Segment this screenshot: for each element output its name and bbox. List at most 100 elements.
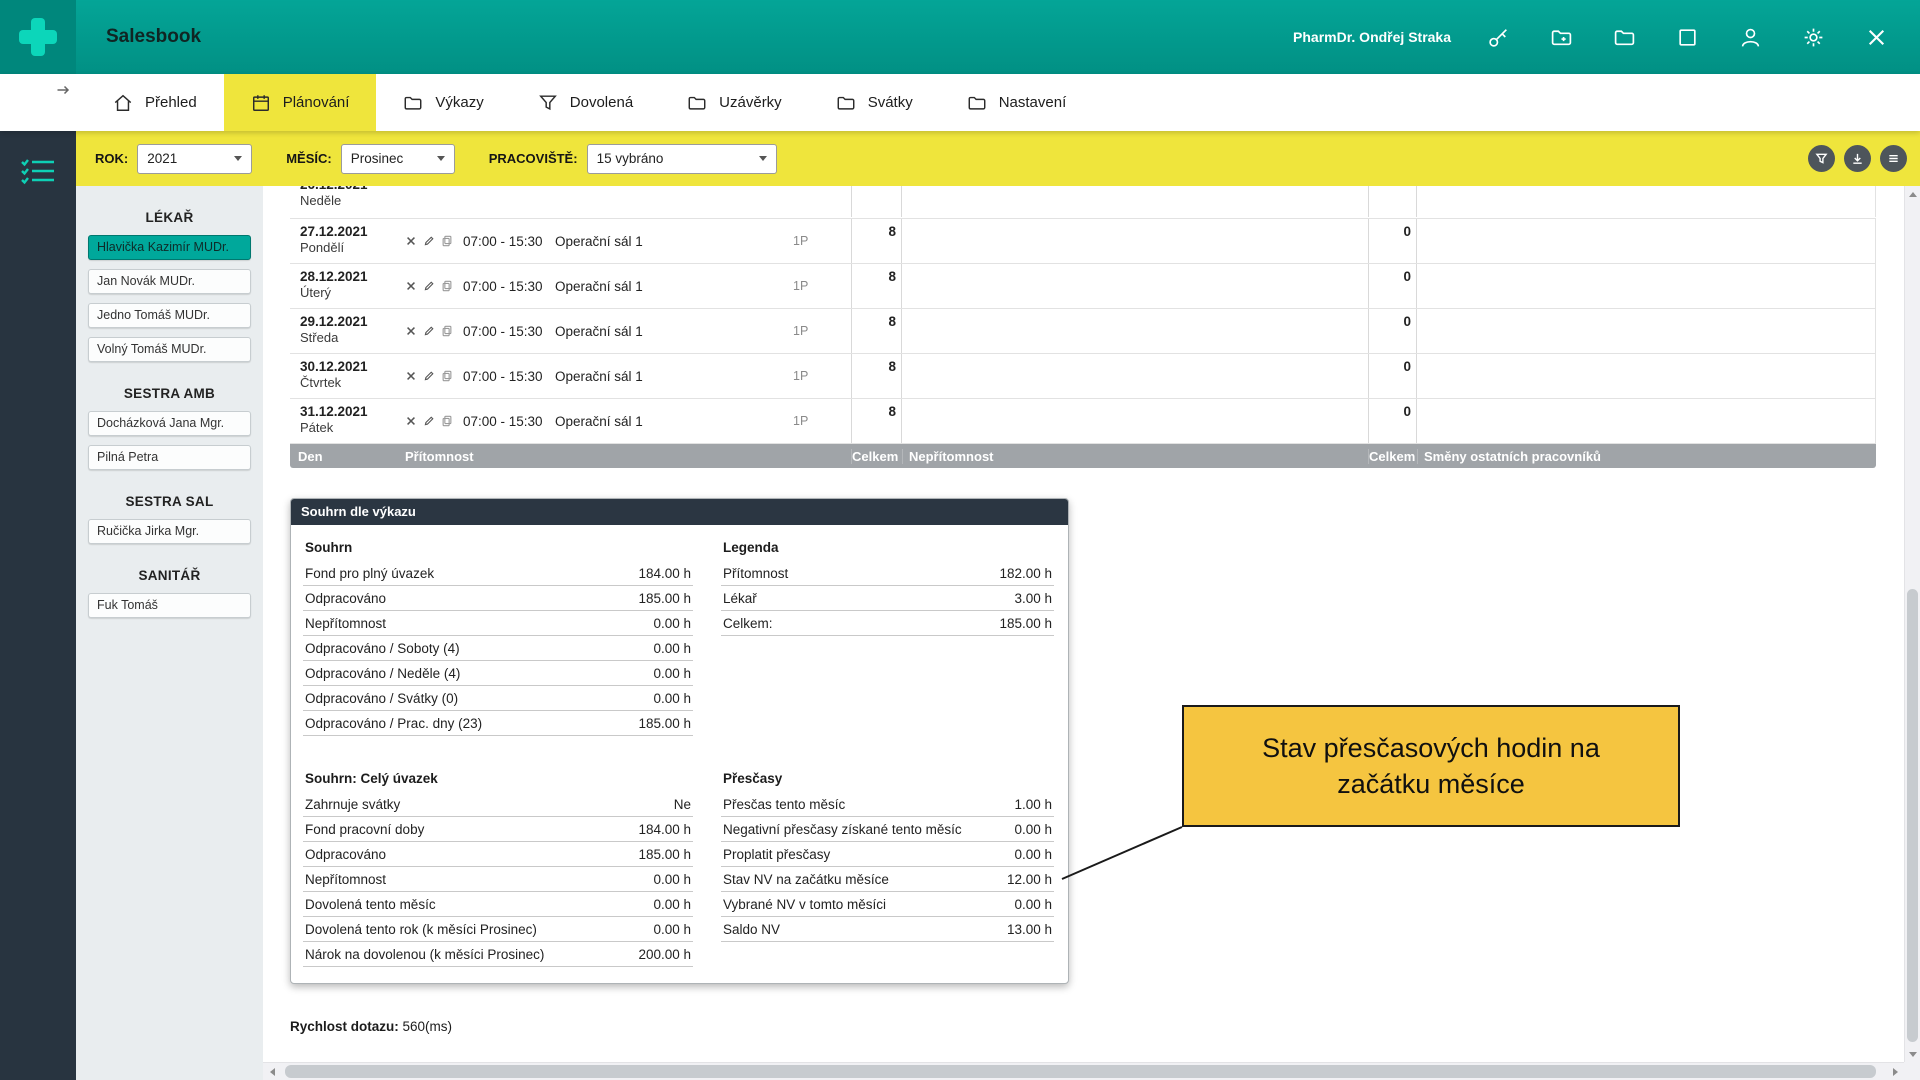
edit-shift-icon[interactable] xyxy=(423,325,435,337)
present-total: 8 xyxy=(851,399,902,443)
summary-row: Přítomnost182.00 h xyxy=(721,561,1054,586)
remove-shift-icon[interactable] xyxy=(405,235,417,247)
shift-tag: 1P xyxy=(793,399,851,443)
year-select[interactable]: 2021 xyxy=(137,144,252,174)
workplace-select[interactable]: 15 vybráno xyxy=(587,144,777,174)
horizontal-scrollbar[interactable] xyxy=(263,1062,1904,1080)
close-icon[interactable] xyxy=(1865,26,1888,49)
summary-row: Fond pro plný úvazek184.00 h xyxy=(303,561,693,586)
workplace-value: 15 vybráno xyxy=(597,151,664,166)
employee-item-selected[interactable]: Hlavička Kazimír MUDr. xyxy=(88,235,251,260)
scroll-left-button[interactable] xyxy=(263,1063,281,1080)
other-shifts-cell xyxy=(1417,354,1876,398)
date-value: 29.12.2021 xyxy=(300,314,405,329)
present-total: 8 xyxy=(851,264,902,308)
table-row: 31.12.2021 Pátek 07:00 - 15:30 Operační … xyxy=(290,399,1876,444)
folder-plus-icon[interactable] xyxy=(1550,26,1573,49)
section-title: Legenda xyxy=(721,533,1054,561)
employee-item[interactable]: Jedno Tomáš MUDr. xyxy=(88,303,251,328)
absent-total: 0 xyxy=(1368,354,1417,398)
summary-row: Nárok na dovolenou (k měsíci Prosinec)20… xyxy=(303,942,693,967)
summary-row-stav-nv: Stav NV na začátku měsíce12.00 h xyxy=(721,867,1054,892)
date-cell: 27.12.2021 Pondělí xyxy=(290,219,405,263)
employee-item[interactable]: Jan Novák MUDr. xyxy=(88,269,251,294)
filter-button[interactable] xyxy=(1808,145,1835,172)
chevron-down-icon xyxy=(234,156,242,161)
remove-shift-icon[interactable] xyxy=(405,325,417,337)
app-title: Salesbook xyxy=(106,26,201,48)
summary-row: Lékař3.00 h xyxy=(721,586,1054,611)
user-icon[interactable] xyxy=(1739,26,1762,49)
tab-uzaverky[interactable]: Uzávěrky xyxy=(660,74,809,131)
vertical-scroll-thumb[interactable] xyxy=(1907,589,1918,1042)
copy-shift-icon[interactable] xyxy=(441,415,453,427)
key-icon[interactable] xyxy=(1487,26,1510,49)
copy-shift-icon[interactable] xyxy=(441,325,453,337)
tab-prehled[interactable]: Přehled xyxy=(86,74,224,131)
other-shifts-cell xyxy=(1417,399,1876,443)
tab-label: Nastavení xyxy=(999,94,1067,111)
present-total: 8 xyxy=(851,309,902,353)
tab-vykazy[interactable]: Výkazy xyxy=(376,74,510,131)
export-button[interactable] xyxy=(1844,145,1871,172)
copy-shift-icon[interactable] xyxy=(441,235,453,247)
date-cell: 31.12.2021 Pátek xyxy=(290,399,405,443)
col-header-celkem: Celkem xyxy=(851,449,902,464)
summary-row: Odpracováno185.00 h xyxy=(303,842,693,867)
summary-row: Odpracováno / Svátky (0)0.00 h xyxy=(303,686,693,711)
date-value: 28.12.2021 xyxy=(300,269,405,284)
settings-gear-icon[interactable] xyxy=(1802,26,1825,49)
edit-shift-icon[interactable] xyxy=(423,415,435,427)
summary-row: Dovolená tento rok (k měsíci Prosinec)0.… xyxy=(303,917,693,942)
copy-shift-icon[interactable] xyxy=(441,370,453,382)
group-title-sestra-sal: SESTRA SAL xyxy=(88,494,251,509)
folder-icon[interactable] xyxy=(1613,26,1636,49)
edit-shift-icon[interactable] xyxy=(423,370,435,382)
remove-shift-icon[interactable] xyxy=(405,370,417,382)
scroll-up-button[interactable] xyxy=(1905,186,1920,202)
employee-item[interactable]: Volný Tomáš MUDr. xyxy=(88,337,251,362)
stop-square-icon[interactable] xyxy=(1676,26,1699,49)
tab-svatky[interactable]: Svátky xyxy=(809,74,940,131)
date-value: 27.12.2021 xyxy=(300,224,405,239)
col-header-pritomnost: Přítomnost xyxy=(405,449,851,464)
status-label: Rychlost dotazu: xyxy=(290,1019,399,1034)
callout-connector-line xyxy=(1058,823,1190,885)
remove-shift-icon[interactable] xyxy=(405,415,417,427)
present-total: 8 xyxy=(851,219,902,263)
employee-item[interactable]: Docházková Jana Mgr. xyxy=(88,411,251,436)
summary-row: Dovolená tento měsíc0.00 h xyxy=(303,892,693,917)
copy-shift-icon[interactable] xyxy=(441,280,453,292)
menu-button[interactable] xyxy=(1880,145,1907,172)
month-select[interactable]: Prosinec xyxy=(341,144,455,174)
edit-shift-icon[interactable] xyxy=(423,235,435,247)
employee-item[interactable]: Ručička Jirka Mgr. xyxy=(88,519,251,544)
summary-row: Zahrnuje svátkyNe xyxy=(303,792,693,817)
employee-item[interactable]: Pilná Petra xyxy=(88,445,251,470)
task-list-icon[interactable] xyxy=(20,157,56,190)
table-row: 27.12.2021 Pondělí 07:00 - 15:30 Operačn… xyxy=(290,219,1876,264)
employee-item[interactable]: Fuk Tomáš xyxy=(88,593,251,618)
vertical-scrollbar[interactable] xyxy=(1904,186,1920,1062)
date-value: 26.12.2021 xyxy=(300,186,405,192)
shift-tag: 1P xyxy=(793,264,851,308)
tab-nastaveni[interactable]: Nastavení xyxy=(940,74,1094,131)
scroll-right-button[interactable] xyxy=(1886,1063,1904,1080)
scroll-down-button[interactable] xyxy=(1905,1046,1920,1062)
summary-row: Saldo NV13.00 h xyxy=(721,917,1054,942)
summary-section-souhrn: Souhrn Fond pro plný úvazek184.00 h Odpr… xyxy=(303,533,693,736)
medical-cross-icon xyxy=(19,18,57,56)
employee-sidebar: LÉKAŘ Hlavička Kazimír MUDr. Jan Novák M… xyxy=(76,186,263,1080)
col-header-smeny: Směny ostatních pracovníků xyxy=(1417,449,1876,464)
section-title: Souhrn: Celý úvazek xyxy=(303,764,693,792)
summary-panel: Souhrn dle výkazu Souhrn Fond pro plný ú… xyxy=(290,498,1069,984)
horizontal-scroll-thumb[interactable] xyxy=(285,1065,1876,1078)
remove-shift-icon[interactable] xyxy=(405,280,417,292)
tab-planovani[interactable]: Plánování xyxy=(224,74,377,131)
section-title: Přesčasy xyxy=(721,764,1054,792)
edit-shift-icon[interactable] xyxy=(423,280,435,292)
tab-label: Výkazy xyxy=(435,94,483,111)
forward-arrow-icon[interactable] xyxy=(56,83,70,101)
day-value: Čtvrtek xyxy=(300,375,405,390)
tab-dovolena[interactable]: Dovolená xyxy=(511,74,660,131)
